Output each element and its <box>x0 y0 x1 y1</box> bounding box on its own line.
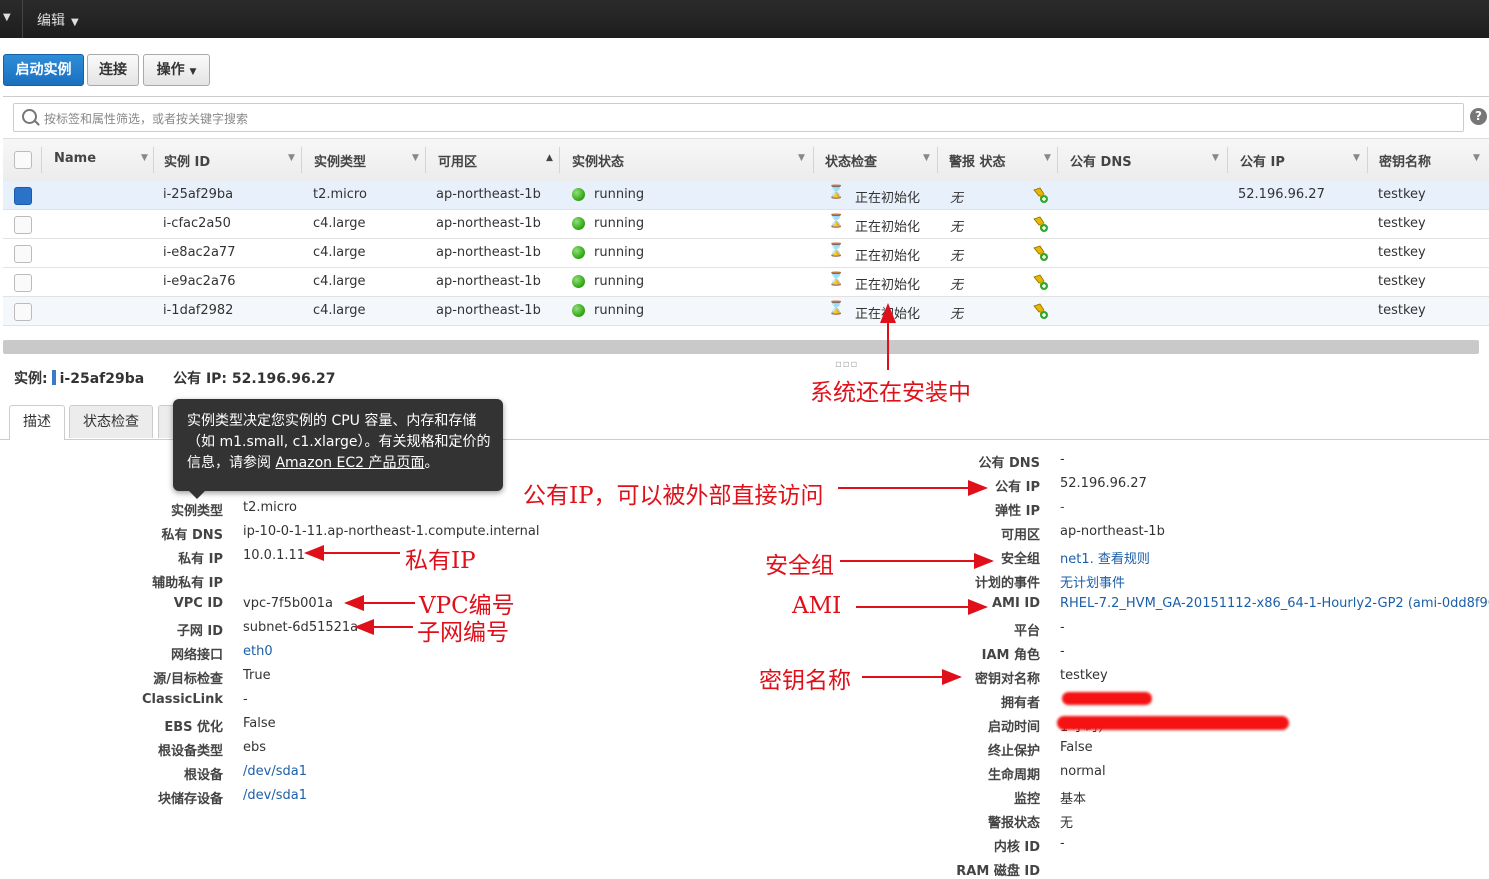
annotation-ami: AMI <box>792 593 842 619</box>
annotation-public-ip: 公有IP，可以被外部直接访问 <box>523 483 824 509</box>
annotation-private-ip: 私有IP <box>405 548 476 574</box>
annotation-security-group: 安全组 <box>765 553 834 579</box>
annotation-installing: 系统还在安装中 <box>810 380 971 406</box>
annotation-arrows <box>304 303 994 685</box>
annotation-subnet: 子网编号 <box>417 620 509 646</box>
annotation-key-name: 密钥名称 <box>759 668 851 694</box>
